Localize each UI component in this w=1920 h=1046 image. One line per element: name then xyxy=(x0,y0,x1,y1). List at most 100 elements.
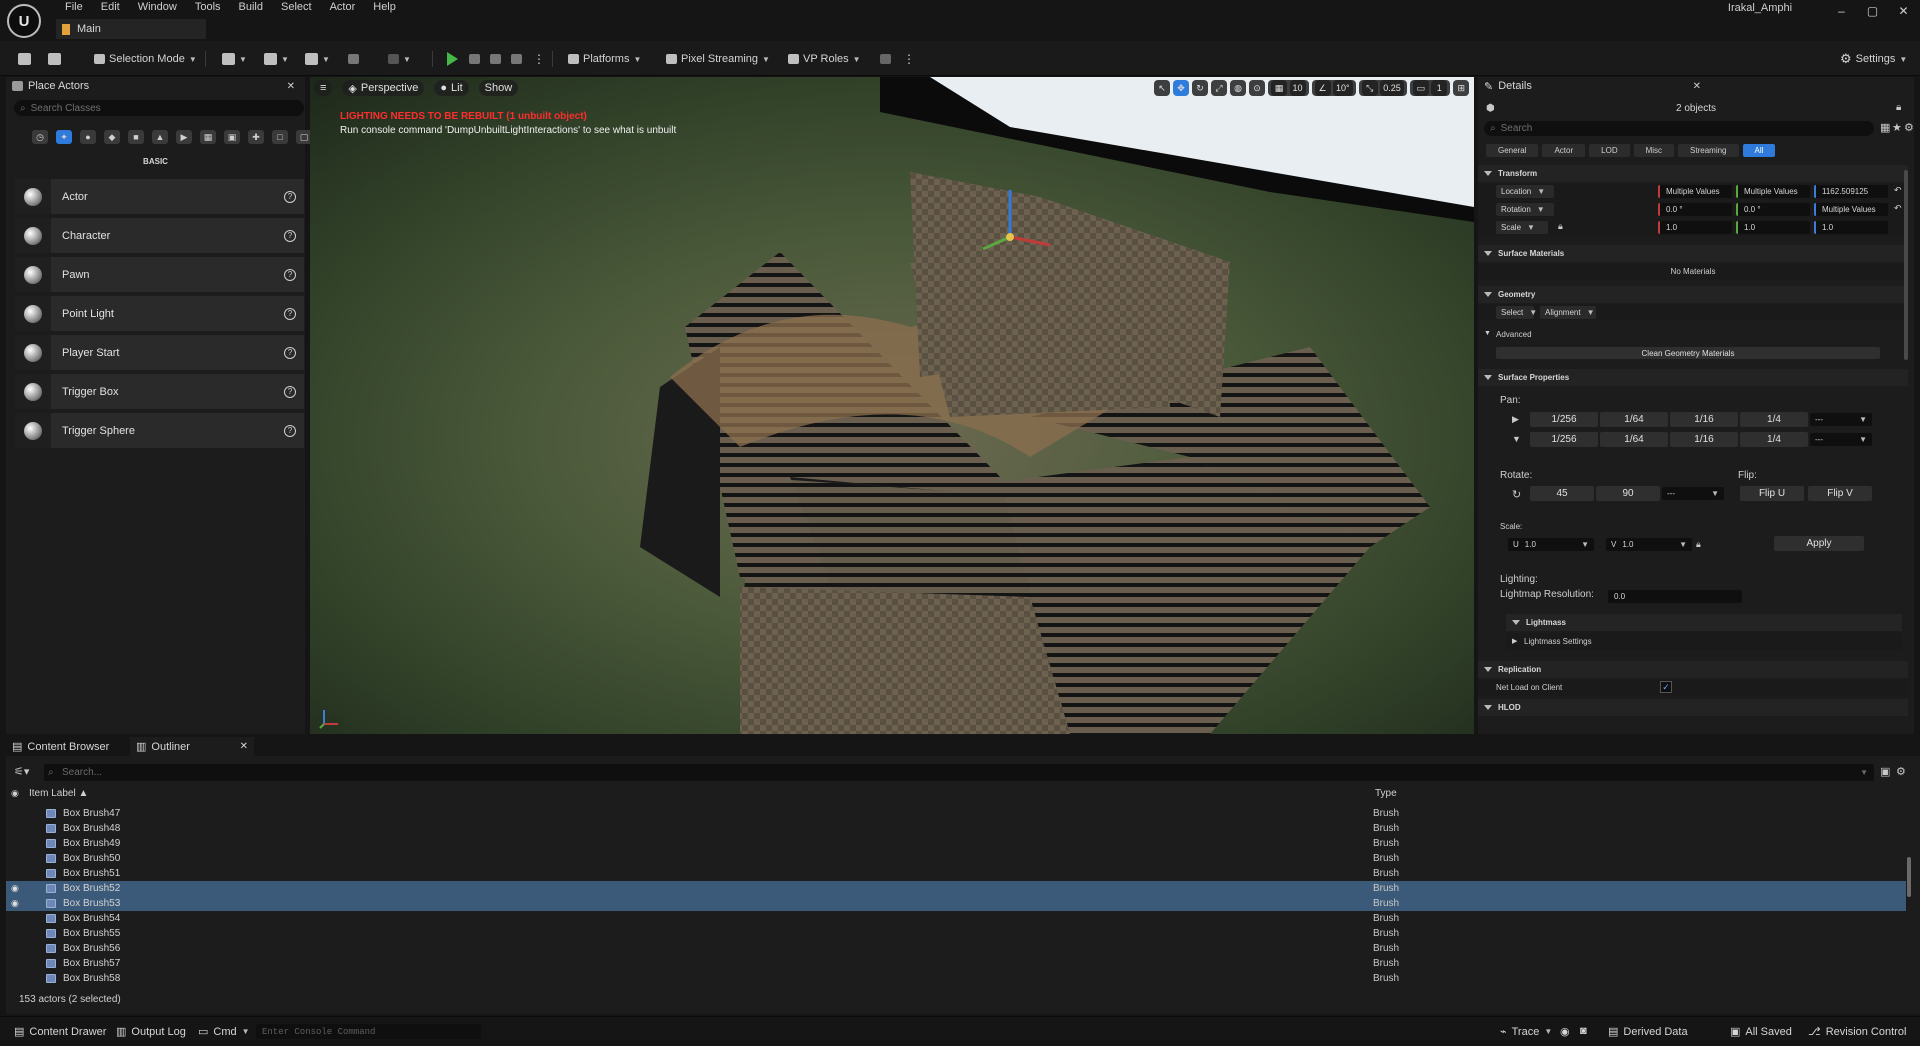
blueprints-button[interactable]: ▼ xyxy=(264,50,289,68)
surface-snap-icon[interactable]: ⊙ xyxy=(1249,80,1265,96)
lightmap-resolution-field[interactable]: 0.0 xyxy=(1608,590,1742,603)
search-classes-input[interactable]: ⌕ Search Classes xyxy=(14,100,304,116)
menu-edit[interactable]: Edit xyxy=(92,0,129,16)
help-icon[interactable]: ? xyxy=(284,190,296,203)
help-icon[interactable]: ? xyxy=(284,268,296,281)
lock-icon[interactable]: 🔒︎ xyxy=(1558,221,1563,232)
filter-all[interactable]: All xyxy=(1742,144,1776,157)
platform-button[interactable]: ▼ xyxy=(388,50,411,68)
pan-u-64[interactable]: 1/64 xyxy=(1600,412,1668,427)
output-log-button[interactable]: ▥ Output Log xyxy=(116,1025,186,1039)
filter-lod[interactable]: LOD xyxy=(1589,144,1630,157)
extra-button[interactable] xyxy=(880,50,891,68)
maximize-button[interactable]: ▢ xyxy=(1857,0,1888,22)
pan-u-dropdown[interactable]: --- ▼ xyxy=(1810,413,1872,426)
outliner-search-input[interactable]: ⌕ Search... ▼ xyxy=(44,764,1874,781)
toolbar-more-button[interactable]: ⋮ xyxy=(903,50,915,68)
table-row[interactable]: Box Brush55 Brush xyxy=(6,926,1906,941)
rotation-snap-button[interactable]: ∠ 10° xyxy=(1311,80,1356,96)
table-row[interactable]: Box Brush56 Brush xyxy=(6,941,1906,956)
scale-dropdown[interactable]: Scale ▼ xyxy=(1496,221,1548,234)
perspective-button[interactable]: ◈ Perspective xyxy=(342,80,425,96)
menu-help[interactable]: Help xyxy=(364,0,405,16)
minimize-button[interactable]: – xyxy=(1826,0,1857,22)
volumes-icon[interactable]: ▶ xyxy=(176,130,192,144)
location-y-field[interactable]: Multiple Values xyxy=(1736,185,1810,198)
menu-window[interactable]: Window xyxy=(129,0,186,16)
cmd-dropdown[interactable]: ▭ Cmd ▼ xyxy=(198,1025,250,1039)
play-button[interactable] xyxy=(447,50,458,68)
geometry-select-dropdown[interactable]: Select ▼ xyxy=(1496,306,1537,319)
platforms-dropdown[interactable]: Platforms ▼ xyxy=(568,50,641,68)
advance-frame-button[interactable] xyxy=(469,50,480,68)
scale-snap-button[interactable]: ⤡ 0.25 xyxy=(1358,80,1407,96)
scale-y-field[interactable]: 1.0 xyxy=(1736,221,1810,234)
recent-icon[interactable]: ◷ xyxy=(32,130,48,144)
pan-u-4[interactable]: 1/4 xyxy=(1740,412,1808,427)
star-icon[interactable]: ★ xyxy=(1892,121,1902,134)
reset-icon[interactable]: ↶ xyxy=(1894,185,1902,196)
menu-file[interactable]: File xyxy=(56,0,92,16)
scale-tool-icon[interactable]: ⤢ xyxy=(1211,80,1227,96)
details-tab[interactable]: ✎ Details ✕ xyxy=(1478,77,1777,95)
actor-item[interactable]: Point Light? xyxy=(15,296,304,331)
lightmass-settings-row[interactable]: ▶ Lightmass Settings xyxy=(1506,633,1902,650)
filter-icon[interactable]: ⚟▾ xyxy=(14,765,29,778)
close-icon[interactable]: ✕ xyxy=(1693,81,1701,92)
pixel-streaming-dropdown[interactable]: Pixel Streaming ▼ xyxy=(666,50,770,68)
menu-build[interactable]: Build xyxy=(230,0,272,16)
visibility-icon[interactable]: ◉ xyxy=(11,883,23,894)
actor-item[interactable]: Trigger Box? xyxy=(15,374,304,409)
actor-item[interactable]: Pawn? xyxy=(15,257,304,292)
table-row[interactable]: Box Brush47 Brush xyxy=(6,806,1906,821)
scale-x-field[interactable]: 1.0 xyxy=(1658,221,1732,234)
rotation-dropdown[interactable]: Rotation ▼ xyxy=(1496,203,1554,216)
gear-icon[interactable]: ⚙ xyxy=(1896,765,1906,778)
type-header[interactable]: Type xyxy=(1375,788,1397,799)
location-z-field[interactable]: 1162.509125 xyxy=(1814,185,1888,198)
rotate-90-button[interactable]: 90 xyxy=(1596,486,1660,501)
apply-button[interactable]: Apply xyxy=(1774,536,1864,551)
help-icon[interactable]: ? xyxy=(284,346,296,359)
rotation-x-field[interactable]: 0.0 ° xyxy=(1658,203,1732,216)
show-button[interactable]: Show xyxy=(478,80,519,96)
menu-actor[interactable]: Actor xyxy=(321,0,365,16)
basic-icon[interactable]: ✦ xyxy=(56,130,72,144)
filter-general[interactable]: General xyxy=(1486,144,1539,157)
surface-properties-section[interactable]: Surface Properties xyxy=(1478,369,1908,386)
pan-v-dropdown[interactable]: --- ▼ xyxy=(1810,433,1872,446)
play-options-button[interactable]: ⋮ xyxy=(533,50,545,68)
stop-button[interactable] xyxy=(490,50,501,68)
replication-section[interactable]: Replication xyxy=(1478,661,1908,678)
play-down-icon[interactable]: ▼ xyxy=(1512,434,1521,444)
cinematics-button[interactable]: ▼ xyxy=(305,50,330,68)
geometry-icon[interactable]: ▣ xyxy=(224,130,240,144)
pan-v-256[interactable]: 1/256 xyxy=(1530,432,1598,447)
table-row[interactable]: Box Brush51 Brush xyxy=(6,866,1906,881)
modes-button[interactable] xyxy=(348,50,359,68)
table-view-icon[interactable]: ▦ xyxy=(1880,121,1890,134)
alignment-dropdown[interactable]: Alignment ▼ xyxy=(1540,306,1596,319)
tab-content-browser[interactable]: ▤ Content Browser xyxy=(6,737,130,756)
trace-dropdown[interactable]: ⌁ Trace ▼ xyxy=(1500,1025,1552,1039)
visibility-icon[interactable]: ◉ xyxy=(11,788,23,799)
close-window-button[interactable]: ✕ xyxy=(1888,0,1919,22)
help-icon[interactable]: ? xyxy=(284,229,296,242)
camera-speed-button[interactable]: ▭ 1 xyxy=(1409,80,1451,96)
actor-item[interactable]: Actor? xyxy=(15,179,304,214)
maximize-viewport-icon[interactable]: ⊞ xyxy=(1453,80,1470,96)
filter-streaming[interactable]: Streaming xyxy=(1678,144,1739,157)
world-local-icon[interactable]: ◍ xyxy=(1230,80,1246,96)
cinematic-icon[interactable]: ■ xyxy=(128,130,144,144)
reset-icon[interactable]: ↶ xyxy=(1894,203,1902,214)
menu-select[interactable]: Select xyxy=(272,0,321,16)
pan-v-4[interactable]: 1/4 xyxy=(1740,432,1808,447)
physics-icon[interactable]: ✚ xyxy=(248,130,264,144)
viewport-menu-button[interactable]: ≡ xyxy=(314,80,333,96)
revision-control-button[interactable]: ⎇ Revision Control xyxy=(1808,1025,1906,1039)
tab-outliner[interactable]: ▥ Outliner ✕ xyxy=(130,737,254,756)
close-icon[interactable]: ✕ xyxy=(240,741,248,752)
location-dropdown[interactable]: Location ▼ xyxy=(1496,185,1554,198)
rotate-45-button[interactable]: 45 xyxy=(1530,486,1594,501)
lightmass-section[interactable]: Lightmass xyxy=(1506,614,1902,631)
